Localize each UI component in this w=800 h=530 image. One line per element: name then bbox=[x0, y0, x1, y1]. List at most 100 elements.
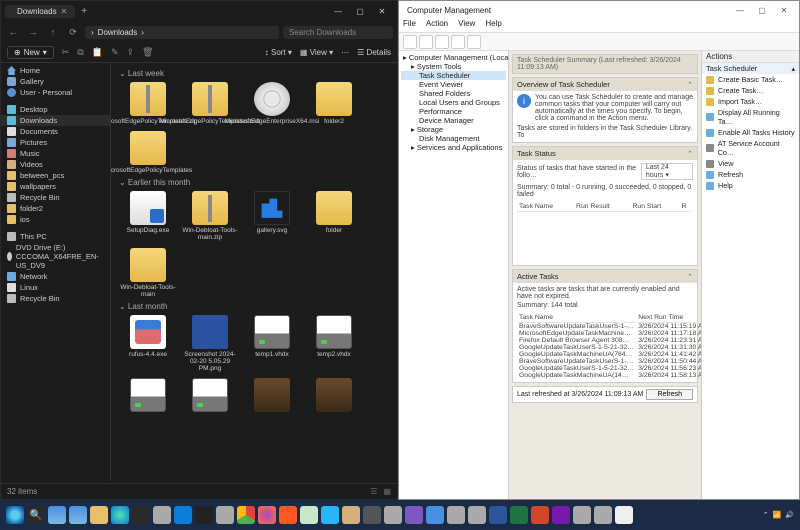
visualstudio-icon[interactable] bbox=[405, 506, 423, 524]
file-item[interactable] bbox=[119, 378, 177, 414]
file-item[interactable]: temp2.vhdx bbox=[305, 315, 363, 372]
edge-icon[interactable] bbox=[111, 506, 129, 524]
sidebar-item-videos[interactable]: Videos bbox=[1, 159, 110, 170]
search-input[interactable]: Search Downloads bbox=[283, 26, 393, 39]
table-row[interactable]: MicrosoftEdgeUpdateTaskMachine…3/26/2024… bbox=[517, 330, 701, 337]
collapse-icon[interactable]: ⌃ bbox=[687, 81, 693, 89]
action-item[interactable]: Import Task… bbox=[702, 96, 799, 107]
actions-group[interactable]: Task Scheduler▴ bbox=[702, 63, 799, 74]
close-icon[interactable]: ✕ bbox=[61, 7, 68, 16]
up-button[interactable]: ↑ bbox=[45, 27, 61, 37]
sidebar-item-recycle-bin[interactable]: Recycle Bin bbox=[1, 293, 110, 304]
tree-node[interactable]: ▸ System Tools bbox=[401, 62, 506, 71]
file-item[interactable] bbox=[243, 378, 301, 414]
tree-node[interactable]: Shared Folders bbox=[401, 89, 506, 98]
cut-icon[interactable]: ✂ bbox=[62, 47, 70, 58]
table-row[interactable]: BraveSoftwareUpdateTaskUserS-1-…3/26/202… bbox=[517, 323, 701, 331]
vscode-icon[interactable] bbox=[174, 506, 192, 524]
refresh-button[interactable]: ⟳ bbox=[65, 27, 81, 38]
tree-node[interactable]: ▸ Services and Applications bbox=[401, 143, 506, 152]
sidebar-item-recycle-bin[interactable]: Recycle Bin bbox=[1, 192, 110, 203]
onenote-icon[interactable] bbox=[552, 506, 570, 524]
sidebar-item-documents[interactable]: Documents bbox=[1, 126, 110, 137]
mmc-tree[interactable]: ▸ Computer Management (Local▸ System Too… bbox=[399, 51, 509, 499]
action-item[interactable]: View bbox=[702, 158, 799, 169]
collapse-icon[interactable]: ⌃ bbox=[687, 273, 693, 281]
group-header[interactable]: ⌄ Last month bbox=[119, 302, 393, 311]
tree-node[interactable]: Device Manager bbox=[401, 116, 506, 125]
menu-file[interactable]: File bbox=[403, 19, 416, 32]
task-view-icon[interactable] bbox=[48, 506, 66, 524]
app-icon[interactable] bbox=[363, 506, 381, 524]
sidebar-item-ios[interactable]: ios bbox=[1, 214, 110, 225]
maximize-button[interactable]: ▢ bbox=[751, 3, 773, 17]
file-item[interactable]: temp1.vhdx bbox=[243, 315, 301, 372]
delete-icon[interactable]: 🗑 bbox=[142, 47, 153, 58]
action-item[interactable]: AT Service Account Co… bbox=[702, 138, 799, 158]
file-item[interactable] bbox=[305, 378, 363, 414]
menu-help[interactable]: Help bbox=[485, 19, 501, 32]
forward-icon[interactable] bbox=[419, 35, 433, 49]
file-item[interactable]: Screenshot 2024-02-20 5.05.29 PM.png bbox=[181, 315, 239, 372]
column-header[interactable]: Task Name bbox=[517, 202, 574, 212]
file-item[interactable]: MicrosoftEdgePolicyTemplates bbox=[119, 131, 177, 174]
period-select[interactable]: Last 24 hours ▾ bbox=[641, 163, 693, 180]
minimize-button[interactable]: — bbox=[327, 2, 349, 20]
tree-node[interactable]: ▸ Computer Management (Local bbox=[401, 53, 506, 62]
collapse-icon[interactable]: ⌃ bbox=[687, 150, 693, 158]
list-view-icon[interactable]: ☰ bbox=[370, 487, 377, 496]
file-item[interactable]: SetupDiag.exe bbox=[119, 191, 177, 241]
table-row[interactable]: GoogleUpdateTaskUserS-1-5-21-32…3/26/202… bbox=[517, 344, 701, 351]
table-row[interactable]: GoogleUpdateTaskMachineUA(784…3/26/2024 … bbox=[517, 351, 701, 358]
active-tasks-table[interactable]: Task NameNext Run TimeTri BraveSoftwareU… bbox=[517, 313, 701, 379]
group-header[interactable]: ⌄ Last week bbox=[119, 69, 393, 78]
excel-icon[interactable] bbox=[510, 506, 528, 524]
column-header[interactable]: Run Start bbox=[631, 202, 680, 212]
table-row[interactable]: GoogleUpdateTaskMachineUA(14…3/26/2024 1… bbox=[517, 372, 701, 379]
file-item[interactable]: Win-Debloat-Tools-main bbox=[119, 248, 177, 298]
mmc-toolbar[interactable] bbox=[399, 33, 799, 51]
column-header[interactable]: R bbox=[680, 202, 693, 212]
file-item[interactable]: folder bbox=[305, 191, 363, 241]
app-icon[interactable] bbox=[594, 506, 612, 524]
explorer-content[interactable]: ⌄ Last weekMicrosoftEdgePolicyTemplates.… bbox=[111, 63, 397, 481]
minimize-button[interactable]: — bbox=[729, 3, 751, 17]
taskbar[interactable]: 🔍 ⌃ 📶 🔊 bbox=[0, 500, 800, 530]
column-header[interactable]: Run Result bbox=[574, 202, 630, 212]
notepad-icon[interactable] bbox=[300, 506, 318, 524]
copy-icon[interactable]: ⧉ bbox=[77, 47, 83, 58]
file-item[interactable]: folder2 bbox=[305, 82, 363, 125]
rename-icon[interactable]: ✎ bbox=[111, 47, 119, 58]
tree-node[interactable]: ▸ Storage bbox=[401, 125, 506, 134]
refresh-icon[interactable] bbox=[467, 35, 481, 49]
sidebar-item-desktop[interactable]: Desktop bbox=[1, 104, 110, 115]
file-item[interactable]: MicrosoftEdgeEnterpriseX64.msi bbox=[243, 82, 301, 125]
table-row[interactable]: Firefox Default Browser Agent 308…3/26/2… bbox=[517, 337, 701, 344]
app-icon[interactable] bbox=[384, 506, 402, 524]
view-button[interactable]: ▦ View ▾ bbox=[300, 48, 333, 57]
sidebar-item-downloads[interactable]: Downloads bbox=[1, 115, 110, 126]
app-icon[interactable] bbox=[342, 506, 360, 524]
store-icon[interactable] bbox=[132, 506, 150, 524]
tree-node[interactable]: Disk Management bbox=[401, 134, 506, 143]
column-header[interactable]: Next Run Time bbox=[636, 313, 701, 323]
word-icon[interactable] bbox=[489, 506, 507, 524]
tree-node[interactable]: Task Scheduler bbox=[401, 71, 506, 80]
sidebar-item-music[interactable]: Music bbox=[1, 148, 110, 159]
explorer-titlebar[interactable]: Downloads ✕ + — ▢ ✕ bbox=[1, 1, 397, 21]
close-button[interactable]: ✕ bbox=[371, 2, 393, 20]
sort-button[interactable]: ↕ Sort ▾ bbox=[265, 48, 292, 57]
chrome-icon[interactable] bbox=[237, 506, 255, 524]
action-item[interactable]: Help bbox=[702, 180, 799, 191]
file-item[interactable]: rufus-4.4.exe bbox=[119, 315, 177, 372]
new-button[interactable]: ⊕ New ▾ bbox=[7, 46, 54, 59]
action-item[interactable]: Enable All Tasks History bbox=[702, 127, 799, 138]
firefox-icon[interactable] bbox=[258, 506, 276, 524]
sidebar-item-wallpapers[interactable]: wallpapers bbox=[1, 181, 110, 192]
close-button[interactable]: ✕ bbox=[773, 3, 795, 17]
more-button[interactable]: ⋯ bbox=[341, 48, 349, 57]
mmc-titlebar[interactable]: Computer Management — ▢ ✕ bbox=[399, 1, 799, 19]
explorer-sidebar[interactable]: HomeGalleryUser - PersonalDesktopDownloa… bbox=[1, 63, 111, 481]
paste-icon[interactable]: 📋 bbox=[92, 47, 103, 58]
tree-node[interactable]: Local Users and Groups bbox=[401, 98, 506, 107]
